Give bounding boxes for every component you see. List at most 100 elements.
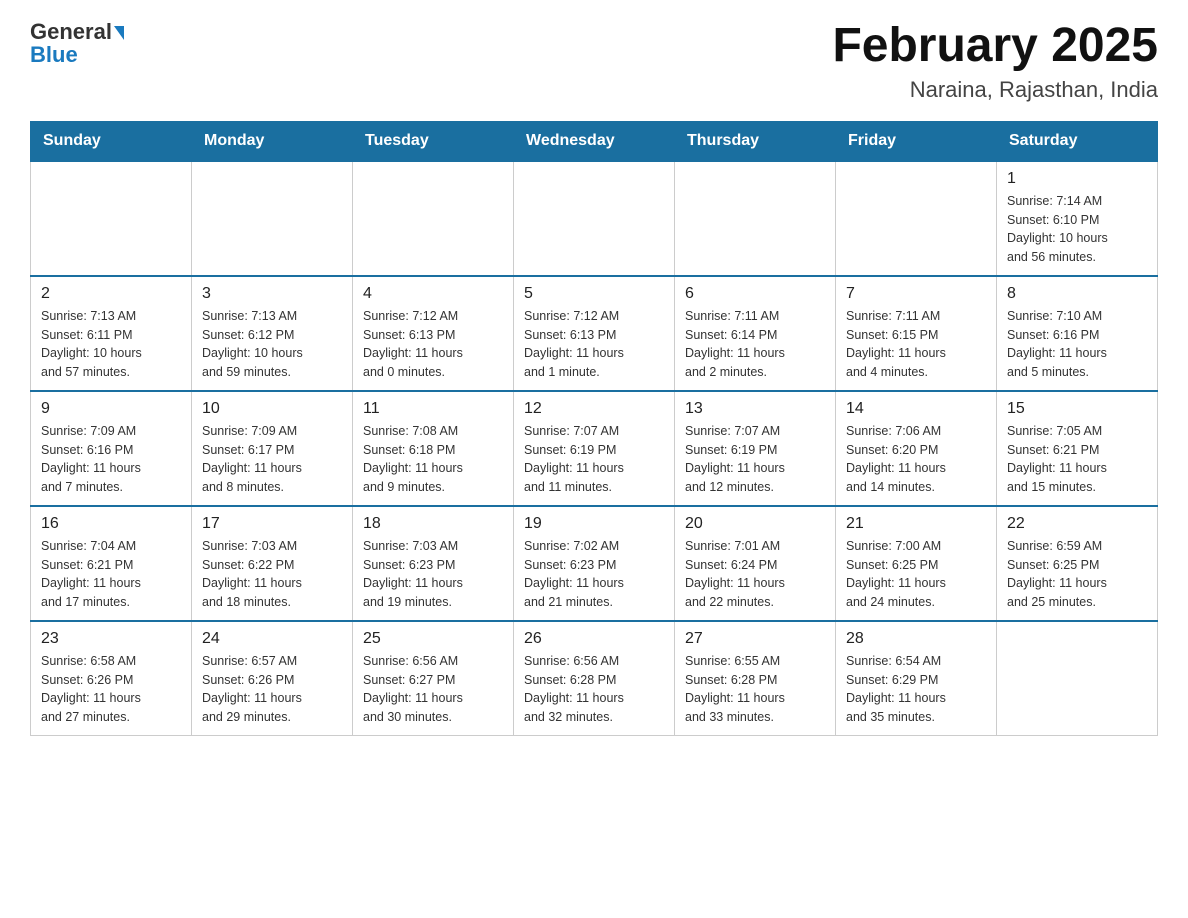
table-row: 8 Sunrise: 7:10 AM Sunset: 6:16 PM Daylig… xyxy=(997,276,1158,391)
day-number: 5 xyxy=(524,285,664,303)
header-monday: Monday xyxy=(192,121,353,161)
weekday-header-row: Sunday Monday Tuesday Wednesday Thursday… xyxy=(31,121,1158,161)
day-info: Sunrise: 7:06 AM Sunset: 6:20 PM Dayligh… xyxy=(846,422,986,497)
table-row: 20 Sunrise: 7:01 AM Sunset: 6:24 PM Dayli… xyxy=(675,506,836,621)
calendar-table: Sunday Monday Tuesday Wednesday Thursday… xyxy=(30,121,1158,736)
day-number: 3 xyxy=(202,285,342,303)
day-number: 20 xyxy=(685,515,825,533)
table-row: 10Sunrise: 7:09 AM Sunset: 6:17 PM Dayli… xyxy=(192,391,353,506)
table-row: 23Sunrise: 6:58 AM Sunset: 6:26 PM Dayli… xyxy=(31,621,192,736)
day-number: 16 xyxy=(41,515,181,533)
day-info: Sunrise: 7:08 AM Sunset: 6:18 PM Dayligh… xyxy=(363,422,503,497)
day-info: Sunrise: 7:13 AM Sunset: 6:12 PM Dayligh… xyxy=(202,307,342,382)
day-info: Sunrise: 6:57 AM Sunset: 6:26 PM Dayligh… xyxy=(202,652,342,727)
header-friday: Friday xyxy=(836,121,997,161)
day-info: Sunrise: 7:07 AM Sunset: 6:19 PM Dayligh… xyxy=(524,422,664,497)
day-info: Sunrise: 6:58 AM Sunset: 6:26 PM Dayligh… xyxy=(41,652,181,727)
calendar-week-row: 1 Sunrise: 7:14 AM Sunset: 6:10 PM Daylig… xyxy=(31,161,1158,276)
header-saturday: Saturday xyxy=(997,121,1158,161)
logo-general: General xyxy=(30,20,124,44)
day-number: 12 xyxy=(524,400,664,418)
page-header: General Blue February 2025 Naraina, Raja… xyxy=(30,20,1158,103)
table-row xyxy=(31,161,192,276)
header-thursday: Thursday xyxy=(675,121,836,161)
table-row: 5 Sunrise: 7:12 AM Sunset: 6:13 PM Daylig… xyxy=(514,276,675,391)
table-row: 18 Sunrise: 7:03 AM Sunset: 6:23 PM Dayli… xyxy=(353,506,514,621)
day-info: Sunrise: 6:54 AM Sunset: 6:29 PM Dayligh… xyxy=(846,652,986,727)
table-row: 26 Sunrise: 6:56 AM Sunset: 6:28 PM Dayli… xyxy=(514,621,675,736)
day-number: 18 xyxy=(363,515,503,533)
table-row: 16 Sunrise: 7:04 AM Sunset: 6:21 PM Dayli… xyxy=(31,506,192,621)
table-row: 4 Sunrise: 7:12 AM Sunset: 6:13 PM Daylig… xyxy=(353,276,514,391)
table-row: 25 Sunrise: 6:56 AM Sunset: 6:27 PM Dayli… xyxy=(353,621,514,736)
table-row xyxy=(514,161,675,276)
table-row: 13Sunrise: 7:07 AM Sunset: 6:19 PM Dayli… xyxy=(675,391,836,506)
day-info: Sunrise: 7:00 AM Sunset: 6:25 PM Dayligh… xyxy=(846,537,986,612)
day-number: 22 xyxy=(1007,515,1147,533)
table-row: 14Sunrise: 7:06 AM Sunset: 6:20 PM Dayli… xyxy=(836,391,997,506)
table-row: 15 Sunrise: 7:05 AM Sunset: 6:21 PM Dayli… xyxy=(997,391,1158,506)
day-number: 21 xyxy=(846,515,986,533)
day-info: Sunrise: 7:02 AM Sunset: 6:23 PM Dayligh… xyxy=(524,537,664,612)
day-number: 7 xyxy=(846,285,986,303)
day-number: 24 xyxy=(202,630,342,648)
day-info: Sunrise: 7:03 AM Sunset: 6:23 PM Dayligh… xyxy=(363,537,503,612)
day-number: 13 xyxy=(685,400,825,418)
day-number: 9 xyxy=(41,400,181,418)
table-row xyxy=(836,161,997,276)
day-info: Sunrise: 7:05 AM Sunset: 6:21 PM Dayligh… xyxy=(1007,422,1147,497)
table-row: 27Sunrise: 6:55 AM Sunset: 6:28 PM Dayli… xyxy=(675,621,836,736)
calendar-week-row: 9 Sunrise: 7:09 AM Sunset: 6:16 PM Daylig… xyxy=(31,391,1158,506)
day-number: 26 xyxy=(524,630,664,648)
day-info: Sunrise: 7:10 AM Sunset: 6:16 PM Dayligh… xyxy=(1007,307,1147,382)
table-row: 1 Sunrise: 7:14 AM Sunset: 6:10 PM Daylig… xyxy=(997,161,1158,276)
table-row: 6 Sunrise: 7:11 AM Sunset: 6:14 PM Daylig… xyxy=(675,276,836,391)
day-info: Sunrise: 6:56 AM Sunset: 6:27 PM Dayligh… xyxy=(363,652,503,727)
day-info: Sunrise: 7:11 AM Sunset: 6:15 PM Dayligh… xyxy=(846,307,986,382)
table-row xyxy=(675,161,836,276)
header-wednesday: Wednesday xyxy=(514,121,675,161)
day-info: Sunrise: 7:11 AM Sunset: 6:14 PM Dayligh… xyxy=(685,307,825,382)
table-row: 19 Sunrise: 7:02 AM Sunset: 6:23 PM Dayli… xyxy=(514,506,675,621)
calendar-week-row: 23Sunrise: 6:58 AM Sunset: 6:26 PM Dayli… xyxy=(31,621,1158,736)
day-number: 8 xyxy=(1007,285,1147,303)
day-info: Sunrise: 7:12 AM Sunset: 6:13 PM Dayligh… xyxy=(524,307,664,382)
logo: General Blue xyxy=(30,20,124,68)
calendar-title: February 2025 xyxy=(832,20,1158,73)
title-block: February 2025 Naraina, Rajasthan, India xyxy=(832,20,1158,103)
day-info: Sunrise: 7:01 AM Sunset: 6:24 PM Dayligh… xyxy=(685,537,825,612)
day-info: Sunrise: 6:55 AM Sunset: 6:28 PM Dayligh… xyxy=(685,652,825,727)
day-info: Sunrise: 7:12 AM Sunset: 6:13 PM Dayligh… xyxy=(363,307,503,382)
table-row: 21 Sunrise: 7:00 AM Sunset: 6:25 PM Dayli… xyxy=(836,506,997,621)
day-number: 15 xyxy=(1007,400,1147,418)
day-info: Sunrise: 7:14 AM Sunset: 6:10 PM Dayligh… xyxy=(1007,192,1147,267)
table-row: 17Sunrise: 7:03 AM Sunset: 6:22 PM Dayli… xyxy=(192,506,353,621)
table-row: 24 Sunrise: 6:57 AM Sunset: 6:26 PM Dayli… xyxy=(192,621,353,736)
table-row: 28 Sunrise: 6:54 AM Sunset: 6:29 PM Dayli… xyxy=(836,621,997,736)
day-info: Sunrise: 7:03 AM Sunset: 6:22 PM Dayligh… xyxy=(202,537,342,612)
day-info: Sunrise: 6:59 AM Sunset: 6:25 PM Dayligh… xyxy=(1007,537,1147,612)
day-number: 1 xyxy=(1007,170,1147,188)
table-row: 22 Sunrise: 6:59 AM Sunset: 6:25 PM Dayli… xyxy=(997,506,1158,621)
table-row xyxy=(997,621,1158,736)
day-number: 4 xyxy=(363,285,503,303)
day-number: 19 xyxy=(524,515,664,533)
table-row: 2Sunrise: 7:13 AM Sunset: 6:11 PM Daylig… xyxy=(31,276,192,391)
header-tuesday: Tuesday xyxy=(353,121,514,161)
day-info: Sunrise: 7:04 AM Sunset: 6:21 PM Dayligh… xyxy=(41,537,181,612)
table-row: 3 Sunrise: 7:13 AM Sunset: 6:12 PM Daylig… xyxy=(192,276,353,391)
day-info: Sunrise: 6:56 AM Sunset: 6:28 PM Dayligh… xyxy=(524,652,664,727)
calendar-week-row: 2Sunrise: 7:13 AM Sunset: 6:11 PM Daylig… xyxy=(31,276,1158,391)
day-number: 28 xyxy=(846,630,986,648)
logo-triangle-icon xyxy=(114,26,124,40)
table-row: 9 Sunrise: 7:09 AM Sunset: 6:16 PM Daylig… xyxy=(31,391,192,506)
header-sunday: Sunday xyxy=(31,121,192,161)
day-number: 6 xyxy=(685,285,825,303)
table-row: 12 Sunrise: 7:07 AM Sunset: 6:19 PM Dayli… xyxy=(514,391,675,506)
day-info: Sunrise: 7:09 AM Sunset: 6:16 PM Dayligh… xyxy=(41,422,181,497)
day-number: 10 xyxy=(202,400,342,418)
day-number: 2 xyxy=(41,285,181,303)
calendar-week-row: 16 Sunrise: 7:04 AM Sunset: 6:21 PM Dayli… xyxy=(31,506,1158,621)
day-number: 25 xyxy=(363,630,503,648)
logo-blue: Blue xyxy=(30,42,78,68)
